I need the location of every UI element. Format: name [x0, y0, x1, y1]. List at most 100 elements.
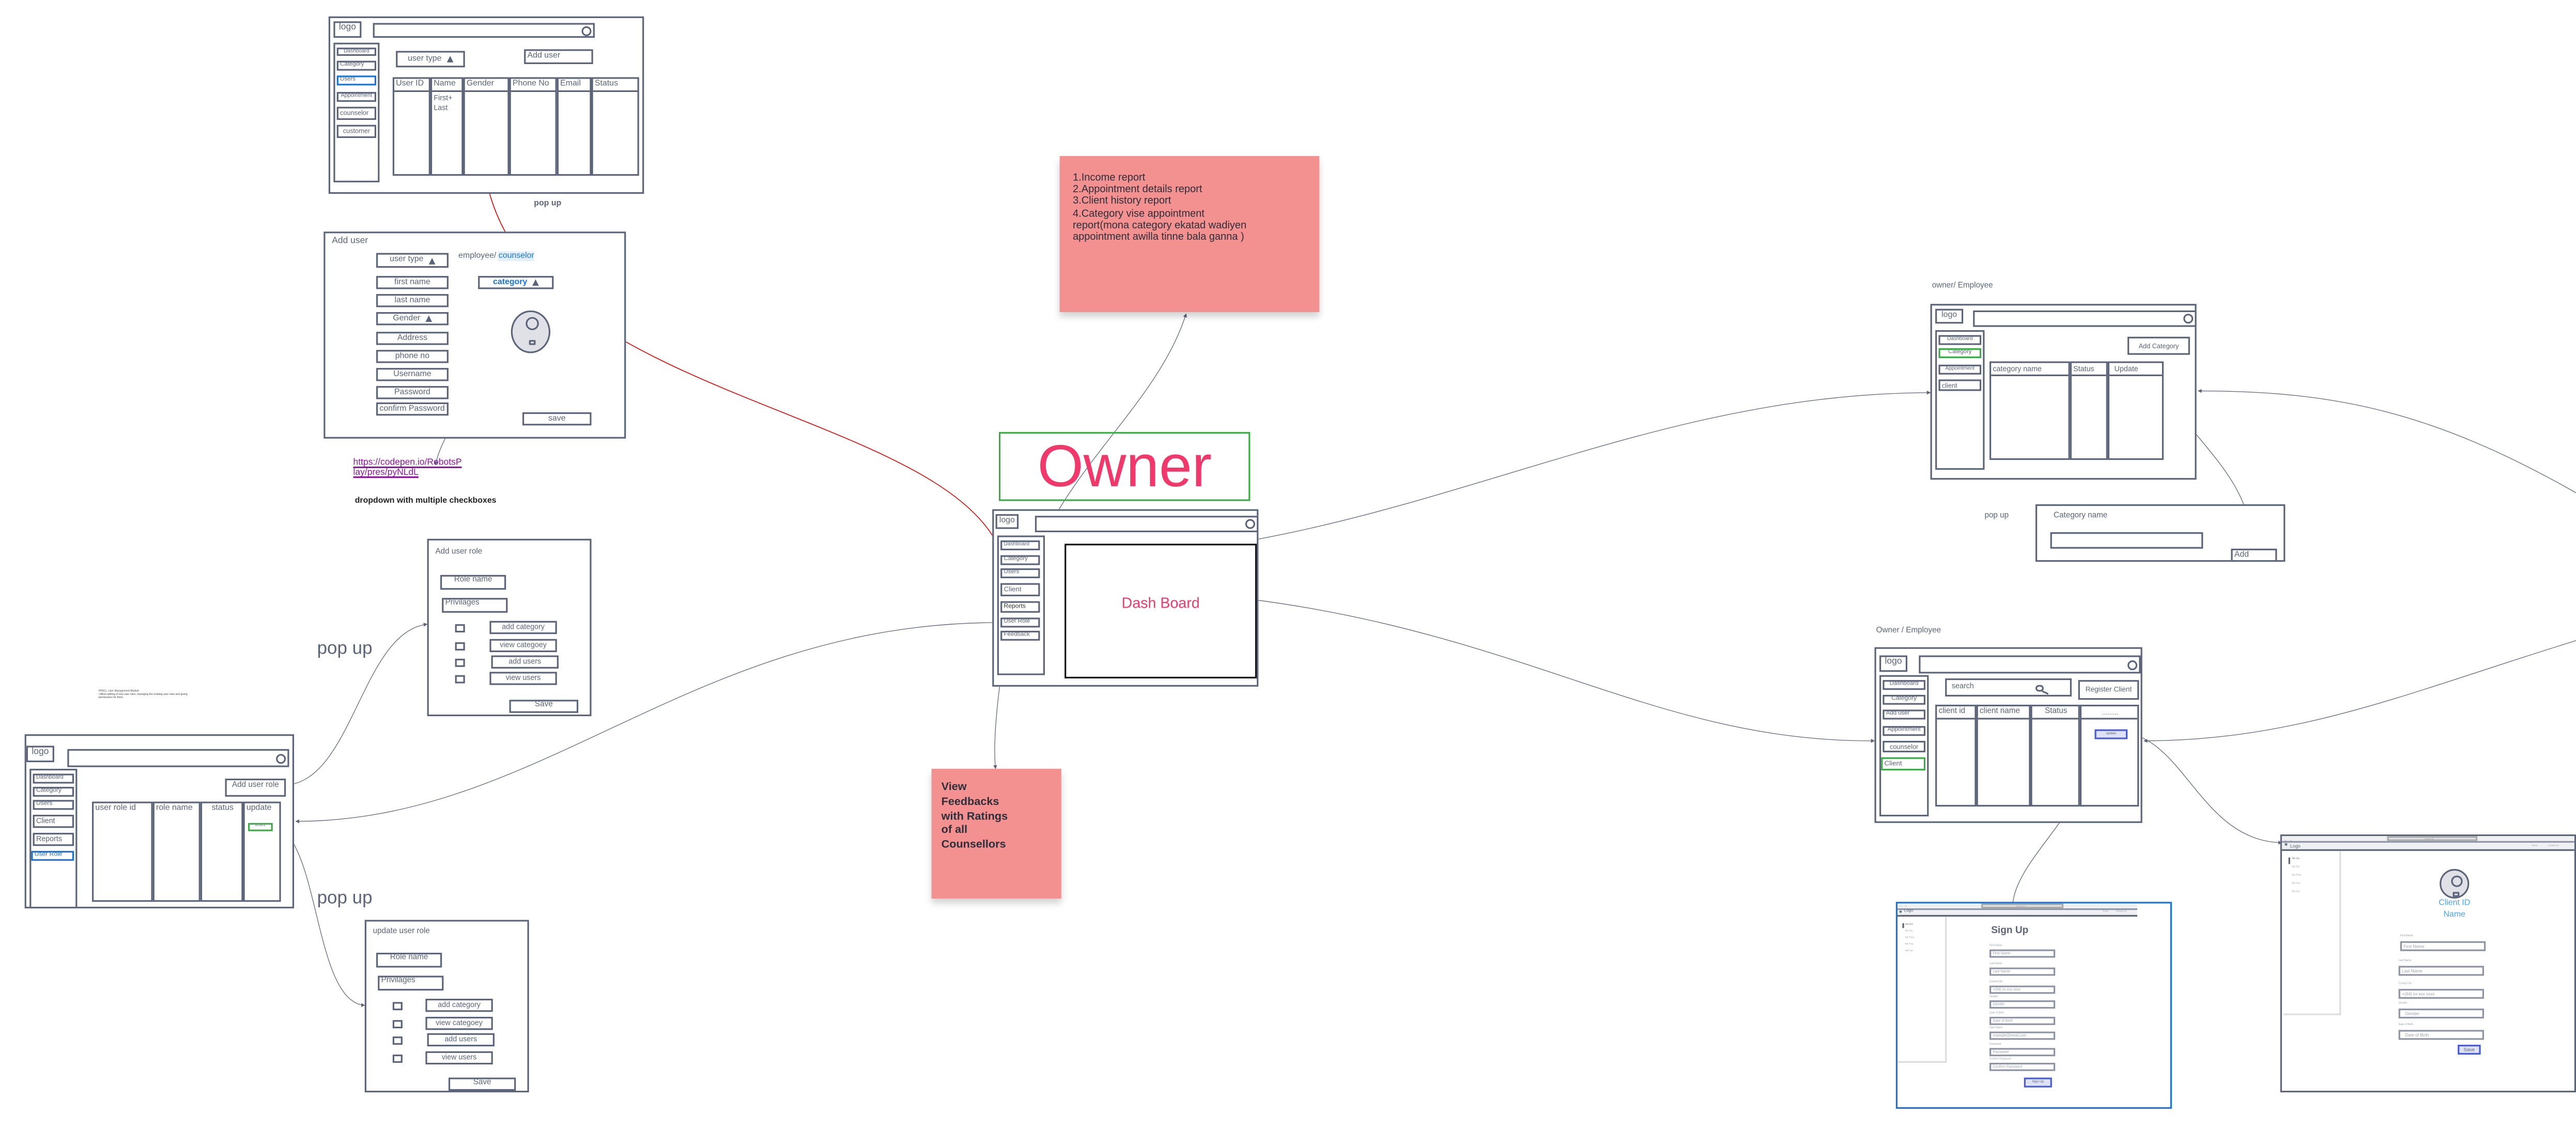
url-bar[interactable]: website.com [2387, 837, 2478, 842]
link-line[interactable]: https://codepen.io/RobotsP [353, 458, 462, 469]
contact-input[interactable]: +(94) xx xxx xxxx [2398, 988, 2484, 999]
field-username[interactable]: Username [376, 368, 449, 381]
checkbox[interactable] [455, 658, 465, 667]
tab[interactable]: Tab Four [1905, 945, 1913, 946]
sidebar-item-users[interactable]: Users [33, 800, 74, 810]
sidebar-item-dashboard[interactable]: Dashboard [33, 773, 74, 784]
save-button[interactable]: save [522, 412, 592, 426]
sidebar-item-appointment[interactable]: Appointment [1883, 726, 1926, 736]
checkbox[interactable] [392, 1002, 403, 1011]
save-button[interactable]: Save [448, 1077, 516, 1091]
sidebar-item-counselor[interactable]: counselor [1883, 740, 1926, 753]
register-client-button[interactable]: Register Client [2078, 680, 2139, 700]
gender-input[interactable]: Gender [2398, 1009, 2484, 1019]
sidebar-item-reports[interactable]: Reports [1000, 601, 1040, 613]
sidebar-item-dashboard[interactable]: Dashboard [1000, 540, 1040, 551]
sidebar-item-client[interactable]: Client [1881, 757, 1926, 771]
search-icon[interactable] [1245, 519, 1255, 529]
checkbox[interactable] [392, 1020, 403, 1029]
dob-input[interactable]: Date of Birth [2398, 1030, 2484, 1040]
sidebar-item-add-user[interactable]: Add user [1883, 709, 1926, 720]
role-name-field[interactable]: Role name [376, 952, 442, 968]
checkbox[interactable] [392, 1036, 403, 1045]
nav-home[interactable]: Home [2103, 911, 2108, 912]
sidebar-item-user-role[interactable]: User Role [31, 850, 74, 861]
sidebar-item-client[interactable]: Client [33, 814, 74, 828]
sidebar-item-dashboard[interactable]: Dashboard [336, 48, 377, 56]
sidebar-item-users[interactable]: Users [1000, 568, 1040, 579]
first-name-input[interactable]: First Name [1989, 949, 2056, 958]
nav-contact[interactable]: Contact Us [2116, 911, 2126, 912]
sidebar-item-users[interactable]: Users [336, 75, 377, 86]
update-button[interactable]: update [2094, 729, 2128, 739]
field-last-name[interactable]: last name [376, 294, 449, 307]
last-name-input[interactable]: Last Name [2398, 966, 2484, 976]
search-icon[interactable] [581, 26, 592, 36]
tab[interactable]: Tab Two [2292, 868, 2300, 869]
search-icon[interactable] [2127, 659, 2138, 670]
field-phone[interactable]: phone no [376, 350, 449, 363]
checkbox[interactable] [455, 675, 465, 684]
search-bar[interactable] [1035, 516, 1259, 533]
username-input[interactable]: example@email.com [1989, 1031, 2056, 1040]
tab[interactable]: Tab Three [2292, 876, 2302, 877]
sidebar-item-appointment[interactable]: Appointment [1938, 364, 1982, 375]
sidebar-item-client[interactable]: Client [1000, 583, 1040, 597]
checkbox[interactable] [392, 1055, 403, 1063]
tab[interactable]: Tab Two [1905, 932, 1912, 933]
role-name-field[interactable]: Role name [440, 575, 506, 590]
confirm-password-input[interactable]: Confirm Password [1989, 1062, 2056, 1071]
codepen-link[interactable]: https://codepen.io/RobotsP lay/pres/pyNLd… [353, 458, 462, 479]
avatar-upload[interactable] [511, 310, 551, 353]
field-confirm-password[interactable]: confirm Password [376, 402, 449, 416]
field-address[interactable]: Address [376, 332, 449, 345]
sidebar-item-appointment[interactable]: Appointment [336, 92, 377, 102]
client-search-input[interactable]: search [1945, 678, 2072, 696]
last-name-input[interactable]: Last Name [1989, 967, 2056, 976]
add-user-role-button[interactable]: Add user role [225, 778, 286, 797]
sidebar-item-user-role[interactable]: User Role [1000, 617, 1040, 628]
sidebar-item-client[interactable]: client [1938, 379, 1982, 391]
checkbox[interactable] [455, 624, 465, 632]
sidebar-item-category[interactable]: Category [1938, 348, 1982, 359]
sidebar-item-category[interactable]: Category [336, 60, 377, 71]
tab[interactable]: Tab Five [1905, 951, 1913, 953]
search-bar[interactable] [1973, 310, 2197, 327]
sidebar-item-category[interactable]: Category [33, 786, 74, 797]
tab[interactable]: Tab Four [2292, 884, 2300, 885]
avatar-upload[interactable] [2440, 869, 2470, 899]
category-name-input[interactable] [2050, 532, 2203, 549]
update-button[interactable]: UPDATE [248, 823, 273, 831]
tab[interactable]: Tab Five [2292, 892, 2300, 893]
password-input[interactable]: Password [1989, 1048, 2056, 1057]
link-line[interactable]: lay/pres/pyNLdL [353, 469, 462, 479]
add-category-button[interactable]: Add Category [2127, 336, 2190, 355]
first-name-input[interactable]: First Name [2400, 941, 2486, 951]
user-type-dropdown[interactable]: user type [376, 253, 449, 268]
field-gender[interactable]: Gender [376, 312, 449, 326]
sidebar-item-customer[interactable]: customer [336, 125, 377, 138]
add-button[interactable]: Add [2231, 548, 2277, 562]
sidebar-item-dashboard[interactable]: Dashboard [1883, 680, 1926, 690]
nav-contact[interactable]: Contact Us [2548, 845, 2558, 847]
sidebar-item-reports[interactable]: Reports [33, 832, 74, 846]
sidebar-item-dashboard[interactable]: Dashboard [1938, 335, 1982, 345]
search-bar[interactable] [67, 749, 289, 767]
sidebar-item-category[interactable]: Category [1883, 694, 1926, 705]
back-forward-icon[interactable]: ←→ [1899, 904, 1907, 909]
sidebar-item-counselor[interactable]: counselor [336, 106, 377, 120]
field-first-name[interactable]: first name [376, 276, 449, 289]
save-button[interactable]: Save [509, 700, 579, 713]
user-type-dropdown[interactable]: user type [396, 51, 465, 68]
save-button[interactable]: Save [2458, 1044, 2481, 1055]
sidebar-item-feedback[interactable]: Feedback [1000, 630, 1040, 641]
tab[interactable]: Tab One [1905, 924, 1913, 925]
nav-home[interactable]: Home [2532, 845, 2537, 847]
add-user-button[interactable]: Add user [524, 49, 593, 64]
tab[interactable]: Tab One [2292, 859, 2300, 861]
search-icon[interactable] [276, 753, 286, 763]
dob-input[interactable]: Date of Birth [1989, 1016, 2056, 1025]
url-bar[interactable]: website.com [1981, 904, 2064, 908]
signup-button[interactable]: Sign Up [2024, 1077, 2052, 1088]
search-icon[interactable] [2183, 314, 2194, 324]
